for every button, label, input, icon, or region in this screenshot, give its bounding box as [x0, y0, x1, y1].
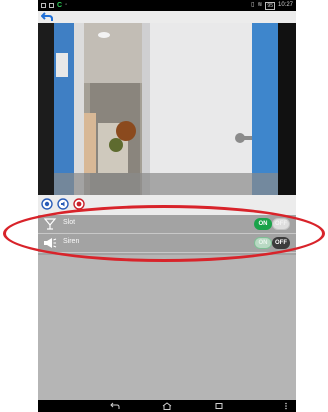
vibrate-icon: ▯: [251, 2, 255, 8]
clock: 10:27: [277, 2, 293, 8]
toggle-on-button[interactable]: ON: [254, 218, 272, 230]
camera-controls: [38, 195, 296, 215]
audio-icon[interactable]: [57, 198, 69, 210]
camera-feed: [38, 23, 296, 195]
snapshot-icon[interactable]: [73, 198, 85, 210]
status-left: C ◦: [41, 0, 67, 11]
record-icon[interactable]: [41, 198, 53, 210]
slot-toggle[interactable]: ON OFF: [254, 218, 290, 230]
toggle-off-button[interactable]: OFF: [272, 237, 290, 249]
list-item-slot: Slot ON OFF: [38, 215, 296, 234]
toggle-off-button[interactable]: OFF: [272, 218, 290, 230]
toggle-on-button[interactable]: ON: [254, 237, 272, 249]
camera-scene: [38, 23, 296, 195]
home-nav-icon[interactable]: [162, 402, 172, 410]
status-right: ▯ ≋ 95 10:27: [251, 0, 293, 11]
battery-indicator: 95: [265, 1, 275, 10]
siren-icon: [44, 238, 57, 248]
back-arrow-icon[interactable]: [41, 12, 53, 22]
status-bar: C ◦ ▯ ≋ 95 10:27: [38, 0, 296, 11]
notification-icon: [41, 3, 46, 8]
carrier-badge: C: [57, 2, 63, 9]
signal-icon: ◦: [65, 2, 68, 8]
siren-toggle[interactable]: ON OFF: [254, 237, 290, 249]
device-list: Slot ON OFF Siren ON OFF: [38, 215, 296, 255]
app-header: [38, 11, 296, 23]
list-item-label: Siren: [63, 238, 80, 245]
recent-apps-icon[interactable]: [214, 402, 224, 410]
list-item-siren: Siren ON OFF: [38, 234, 296, 253]
back-nav-icon[interactable]: [110, 402, 120, 410]
list-item-label: Slot: [63, 219, 76, 226]
image-notification-icon: [49, 3, 54, 8]
device-screen: C ◦ ▯ ≋ 95 10:27 Slot ON OFF Siren ON OF…: [38, 0, 296, 412]
menu-dots-icon[interactable]: [284, 402, 288, 410]
navigation-bar: [38, 400, 296, 412]
wifi-icon: ≋: [257, 2, 263, 8]
chalice-icon: [43, 218, 57, 230]
